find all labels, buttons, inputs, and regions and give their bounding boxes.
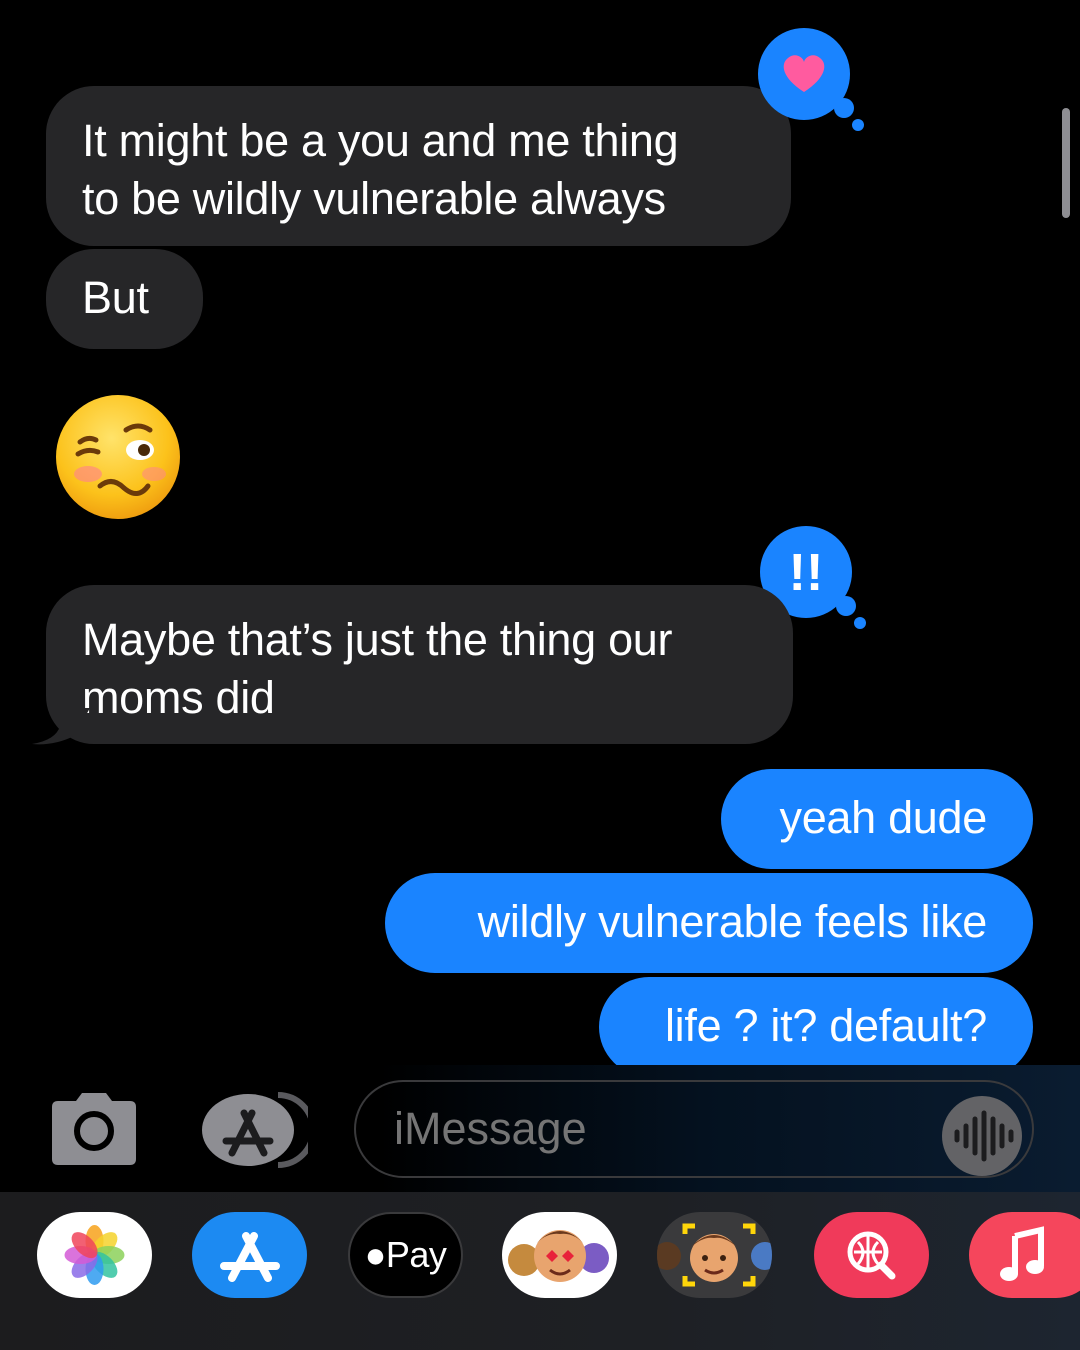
conversation-thread[interactable]: It might be a you and me thing to be wil… bbox=[0, 0, 1080, 1065]
message-line: It might be a you and me thing bbox=[82, 115, 679, 166]
outgoing-message[interactable]: life ? it? default? bbox=[599, 977, 1033, 1065]
compose-bar bbox=[0, 1065, 1080, 1192]
app-drawer: ●Pay bbox=[0, 1192, 1080, 1350]
apple-pay-icon[interactable]: ●Pay bbox=[348, 1212, 463, 1298]
incoming-message[interactable]: But bbox=[46, 249, 203, 349]
bubble-tail bbox=[32, 708, 90, 745]
music-app-icon[interactable] bbox=[969, 1212, 1080, 1298]
outgoing-message[interactable]: yeah dude bbox=[721, 769, 1033, 869]
web-search-icon[interactable] bbox=[814, 1212, 929, 1298]
audio-message-icon[interactable] bbox=[941, 1095, 1023, 1177]
tapback-glyph: !! bbox=[789, 544, 824, 602]
incoming-message[interactable]: It might be a you and me thing to be wil… bbox=[46, 86, 791, 246]
message-line: yeah dude bbox=[779, 792, 988, 843]
heart-tapback-icon[interactable] bbox=[754, 24, 874, 136]
message-line: to be wildly vulnerable always bbox=[82, 173, 666, 224]
camera-icon[interactable] bbox=[48, 1093, 140, 1165]
app-store-icon[interactable] bbox=[192, 1212, 307, 1298]
message-input[interactable] bbox=[354, 1080, 1034, 1178]
apple-pay-label: ●Pay bbox=[364, 1234, 447, 1275]
message-line: moms did bbox=[82, 672, 275, 723]
app-store-drawer-icon[interactable] bbox=[200, 1091, 308, 1169]
message-line: life ? it? default? bbox=[664, 1000, 987, 1051]
scroll-indicator[interactable] bbox=[1062, 108, 1070, 218]
outgoing-message[interactable]: wildly vulnerable feels like bbox=[385, 873, 1033, 973]
incoming-message[interactable]: Maybe that’s just the thing our moms did bbox=[46, 585, 793, 744]
photos-app-icon[interactable] bbox=[37, 1212, 152, 1298]
memoji-stickers-icon[interactable] bbox=[502, 1212, 617, 1298]
message-line: Maybe that’s just the thing our bbox=[82, 614, 673, 665]
memoji-camera-icon[interactable] bbox=[657, 1212, 772, 1298]
message-line: But bbox=[82, 272, 149, 323]
apple-logo-icon: ● bbox=[364, 1234, 387, 1275]
message-line: wildly vulnerable feels like bbox=[477, 896, 988, 947]
woozy-face-emoji-icon[interactable] bbox=[52, 392, 184, 522]
